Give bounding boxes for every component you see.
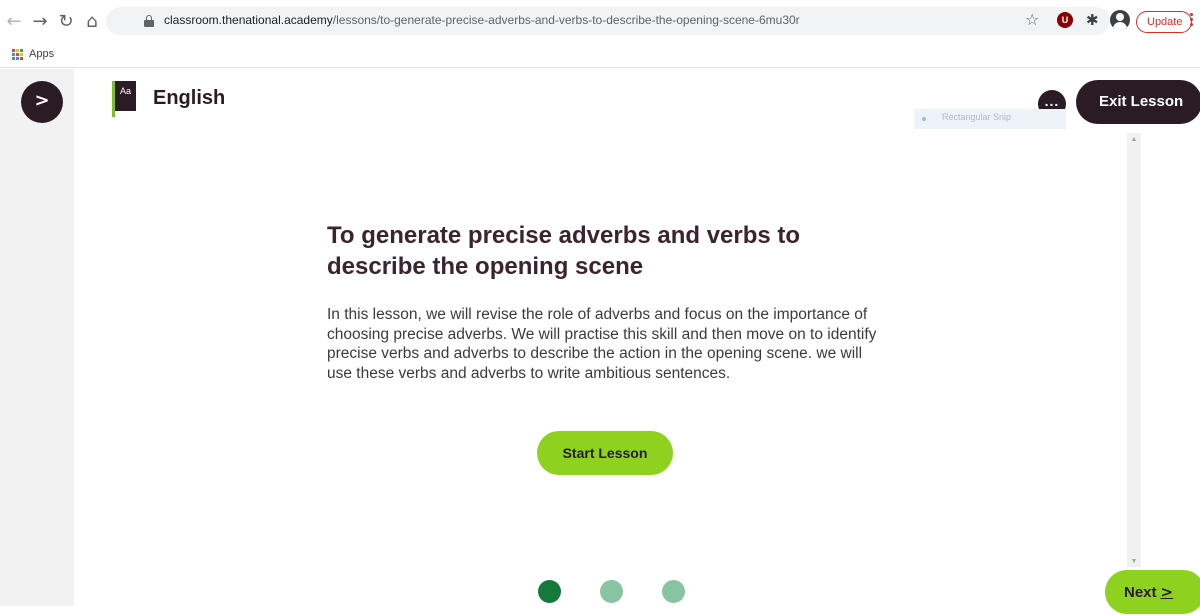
book-icon: Aa [112, 81, 136, 117]
subject-title: English [153, 87, 226, 109]
scroll-up-icon[interactable]: ▲ [1127, 136, 1141, 143]
snip-icon [922, 117, 926, 121]
url-text[interactable]: classroom.thenational.academy/lessons/to… [164, 13, 800, 27]
start-lesson-button[interactable]: Start Lesson [537, 431, 673, 475]
forward-icon[interactable]: → [30, 12, 50, 32]
lesson-page: > Aa English ... Exit Lesson Rectangular… [0, 69, 1200, 614]
reload-icon[interactable]: ↻ [56, 12, 76, 32]
chevron-right-icon: > [1160, 583, 1174, 601]
snip-overlay: Rectangular Snip [914, 109, 1066, 129]
address-bar[interactable]: classroom.thenational.academy/lessons/to… [106, 7, 1110, 35]
next-button[interactable]: Next > [1105, 570, 1200, 614]
profile-icon[interactable] [1110, 10, 1130, 30]
exit-lesson-button[interactable]: Exit Lesson [1076, 80, 1200, 124]
vertical-dots-icon[interactable] [1190, 13, 1194, 28]
browser-toolbar: ← → ↻ ⌂ classroom.thenational.academy/le… [0, 0, 1200, 44]
progress-dot [600, 580, 623, 603]
scrollbar[interactable]: ▲ ▼ [1127, 133, 1141, 567]
sidebar-toggle-button[interactable]: > [21, 81, 63, 123]
back-icon[interactable]: ← [4, 12, 24, 32]
scroll-down-icon[interactable]: ▼ [1127, 558, 1141, 565]
star-icon[interactable]: ☆ [1025, 11, 1039, 29]
url-path: /lessons/to-generate-precise-adverbs-and… [332, 13, 800, 27]
left-rail: > [0, 69, 74, 606]
extension-badge-icon[interactable]: U [1057, 12, 1073, 28]
progress-dot-active [538, 580, 561, 603]
home-icon[interactable]: ⌂ [82, 12, 102, 32]
lesson-description: In this lesson, we will revise the role … [327, 306, 877, 382]
bookmarks-bar: Apps [0, 44, 1200, 68]
progress-dot [662, 580, 685, 603]
lesson-title: To generate precise adverbs and verbs to… [327, 222, 801, 280]
apps-grid-icon[interactable] [12, 49, 23, 60]
next-label: Next [1124, 584, 1157, 601]
update-button[interactable]: Update [1136, 11, 1192, 33]
puzzle-icon[interactable]: ✱ [1086, 12, 1099, 28]
apps-bookmark[interactable]: Apps [29, 48, 54, 60]
url-host: classroom.thenational.academy [164, 13, 333, 27]
snip-label: Rectangular Snip [942, 112, 1012, 122]
lock-icon[interactable] [144, 15, 154, 27]
